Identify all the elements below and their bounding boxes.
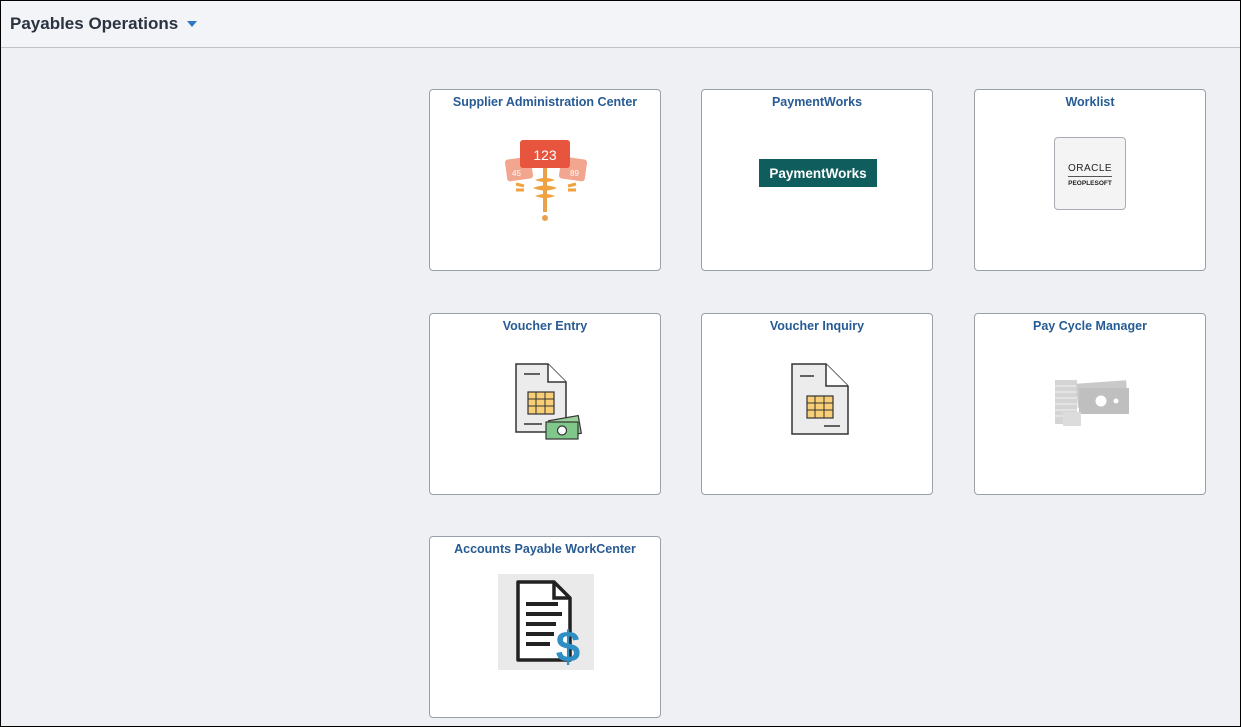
paymentworks-logo-text: PaymentWorks xyxy=(769,165,867,181)
page-header: Payables Operations xyxy=(1,1,1240,48)
pay-cycle-money-icon xyxy=(1055,380,1129,426)
svg-text:$: $ xyxy=(556,623,580,670)
tile-supplier-administration-center[interactable]: Supplier Administration Center 123 45 89 xyxy=(429,89,661,271)
voucher-entry-icon xyxy=(515,363,583,440)
tile-title: Voucher Entry xyxy=(502,319,588,333)
tile-title: PaymentWorks xyxy=(771,95,863,109)
tile-accounts-payable-workcenter[interactable]: Accounts Payable WorkCenter $ xyxy=(429,536,661,718)
tile-title: Supplier Administration Center xyxy=(452,95,638,109)
peoplesoft-text: PEOPLESOFT xyxy=(1068,180,1112,187)
svg-text:45: 45 xyxy=(512,169,521,178)
supplier-number-tags-icon: 123 45 89 xyxy=(504,140,588,221)
payables-operations-page: Payables Operations Supplier Administrat… xyxy=(0,0,1241,727)
tile-voucher-entry[interactable]: Voucher Entry xyxy=(429,313,661,495)
tile-paymentworks[interactable]: PaymentWorks PaymentWorks xyxy=(701,89,933,271)
page-title: Payables Operations xyxy=(10,14,179,33)
tile-title: Accounts Payable WorkCenter xyxy=(454,542,636,556)
paymentworks-logo: PaymentWorks xyxy=(759,159,877,187)
page-title-menu[interactable]: Payables Operations xyxy=(10,14,198,34)
accounts-payable-document-icon: $ xyxy=(498,574,594,670)
tile-title: Voucher Inquiry xyxy=(769,319,865,333)
tile-title: Pay Cycle Manager xyxy=(1033,319,1147,333)
chevron-down-icon xyxy=(187,21,198,27)
badge-text: 123 xyxy=(533,147,557,163)
voucher-inquiry-icon xyxy=(791,363,849,435)
tile-pay-cycle-manager[interactable]: Pay Cycle Manager xyxy=(974,313,1206,495)
tile-voucher-inquiry[interactable]: Voucher Inquiry xyxy=(701,313,933,495)
svg-text:89: 89 xyxy=(570,169,579,178)
oracle-peoplesoft-logo: ORACLE PEOPLESOFT xyxy=(1054,137,1126,210)
oracle-text: ORACLE xyxy=(1067,163,1113,174)
tile-title: Worklist xyxy=(1065,95,1115,109)
tile-worklist[interactable]: Worklist ORACLE PEOPLESOFT xyxy=(974,89,1206,271)
